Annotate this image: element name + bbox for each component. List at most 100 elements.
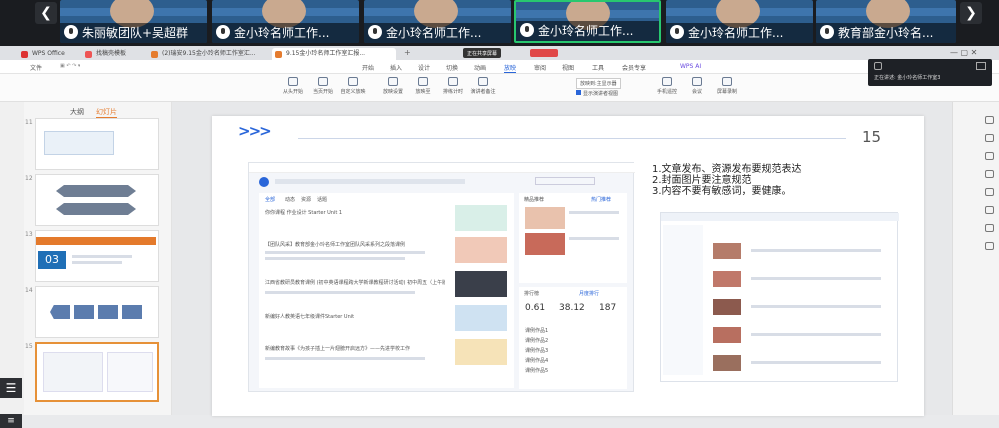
menu-insert[interactable]: 插入	[390, 63, 402, 72]
meeting-control-panel: 正在讲述: 金小玲名师工作室3	[868, 59, 992, 86]
slide-thumbnail[interactable]	[35, 286, 159, 338]
participant-tile[interactable]: 教育部金小玲名...	[816, 0, 956, 43]
play-current-button[interactable]: 当页开始	[310, 77, 336, 95]
slide-thumbnail[interactable]: 03	[35, 230, 159, 282]
article-thumbnail	[455, 339, 507, 365]
tool-icon[interactable]	[985, 224, 994, 232]
tab-doc-1[interactable]: (2)瑞安9.15金小玲名师工作室汇...	[148, 48, 266, 60]
notes-icon	[478, 77, 488, 86]
quick-access-toolbar[interactable]: ▣ ↶ ↷ ▾	[60, 63, 80, 69]
custom-show-icon	[348, 77, 358, 86]
slide-thumbnail[interactable]	[35, 118, 159, 170]
participant-tile[interactable]: 金小玲名师工作...	[212, 0, 359, 43]
slide-number: 12	[25, 175, 33, 182]
article-thumbnail	[455, 305, 507, 331]
menu-bar: 文件 ▣ ↶ ↷ ▾ 开始 插入 设计 切换 动画 放映 审阅 视图 工具 会员…	[0, 60, 999, 74]
tab-doc-current[interactable]: 9.15金小玲名师工作室汇报...	[272, 48, 396, 60]
site-search-icon	[535, 177, 595, 185]
menu-slideshow[interactable]: 放映	[504, 63, 517, 73]
participant-name: 朱丽敏团队+吴超群	[82, 26, 189, 40]
left-strip: ☰ ≡	[0, 102, 24, 428]
panel-menu-icon[interactable]	[976, 62, 986, 70]
cast-to-button[interactable]: 放映至	[410, 77, 436, 95]
presenter-view-checkbox[interactable]: 显示演讲者视图	[576, 90, 618, 97]
document-tab-bar: WPS Office 找稿壳模板 (2)瑞安9.15金小玲名师工作室汇... 9…	[0, 46, 999, 60]
article-title: 新编教育故事《为孩子插上一片翅膀开启远方》——先进学校工作	[265, 346, 411, 352]
stop-share-button[interactable]	[530, 49, 558, 57]
menu-design[interactable]: 设计	[418, 63, 430, 72]
participant-tile[interactable]: 金小玲名师工作...	[364, 0, 511, 43]
tab-wps-home[interactable]: WPS Office	[18, 48, 78, 60]
slide-number: 14	[25, 287, 33, 294]
slide-thumbnail-selected[interactable]	[35, 342, 159, 402]
article-title: 你你课程 作业设计 Starter Unit 1	[265, 210, 343, 216]
custom-show-button[interactable]: 自定义放映	[340, 77, 366, 95]
note-line: 1.文章发布、资源发布要规范表达	[652, 164, 802, 175]
menu-review[interactable]: 审阅	[534, 63, 546, 72]
show-settings-button[interactable]: 放映设置	[380, 77, 406, 95]
website-screenshot: 全部 动态 资源 话题 你你课程 作业设计 Starter Unit 1 【团队…	[248, 162, 635, 392]
menu-member[interactable]: 会员专享	[622, 63, 646, 72]
participant-name: 金小玲名师工作...	[688, 26, 784, 40]
cast-icon	[418, 77, 428, 86]
menu-wps-ai[interactable]: WPS AI	[680, 63, 701, 70]
list-icon[interactable]: ☰	[0, 378, 22, 398]
tool-icon[interactable]	[985, 188, 994, 196]
slide-number: 13	[25, 231, 33, 238]
menu-file[interactable]: 文件	[30, 63, 42, 72]
record-icon	[722, 77, 732, 86]
participant-name: 金小玲名师工作...	[386, 26, 482, 40]
article-title: 新编好人教英语七年级课件Starter Unit	[265, 314, 355, 320]
article-title: 【团队风采】教育部金小玲名师工作室团队风采系列之段落课例	[265, 242, 406, 248]
meeting-button[interactable]: 会议	[684, 77, 710, 95]
speaking-status: 正在讲述: 金小玲名师工作室3	[874, 75, 941, 81]
tool-icon[interactable]	[985, 206, 994, 214]
play-from-start-button[interactable]: 从头开始	[280, 77, 306, 95]
ppt-file-icon	[151, 51, 158, 58]
prev-participants-button[interactable]: ❮	[35, 2, 57, 24]
tab-slides[interactable]: 幻灯片	[96, 107, 117, 118]
menu-view[interactable]: 视图	[562, 63, 574, 72]
next-participants-button[interactable]: ❯	[960, 2, 982, 24]
rehearse-timing-button[interactable]: 排练计时	[440, 77, 466, 95]
slide-notes: 1.文章发布、资源发布要规范表达 2.封面图片要注意规范 3.内容不要有敏感词，…	[652, 164, 802, 197]
participant-tile[interactable]: 金小玲名师工作...	[666, 0, 813, 43]
menu-transition[interactable]: 切换	[446, 63, 458, 72]
phone-remote-button[interactable]: 手机遥控	[654, 77, 680, 95]
tool-icon[interactable]	[985, 116, 994, 124]
arrow-decoration: >>>	[238, 122, 272, 140]
menu-home[interactable]: 开始	[362, 63, 374, 72]
screen-record-button[interactable]: 屏幕录制	[714, 77, 740, 95]
article-title: 江西省教研员教育课例 (初中英语课程跨大学新课教程研讨活动) 初中周五（上午版）	[265, 280, 445, 286]
slide-number: 15	[25, 343, 33, 350]
display-select[interactable]: 放映到:主显示器	[576, 78, 621, 89]
new-tab-button[interactable]: +	[404, 48, 411, 57]
note-line: 2.封面图片要注意规范	[652, 175, 752, 186]
current-slide[interactable]: >>> 15 全部 动态 资源 话题 你你课程 作业设计 Starter Uni…	[212, 116, 924, 416]
slide-thumbnail-panel: 大纲 幻灯片 11 12 03 13 14 15	[24, 102, 172, 415]
list-small-icon[interactable]: ≡	[0, 414, 22, 428]
play-icon	[288, 77, 298, 86]
menu-animation[interactable]: 动画	[474, 63, 486, 72]
tool-icon[interactable]	[985, 170, 994, 178]
ppt-file-icon	[275, 51, 282, 58]
slide-editing-area: >>> 15 全部 动态 资源 话题 你你课程 作业设计 Starter Uni…	[172, 102, 952, 416]
window-controls[interactable]: — ▢ ✕	[950, 48, 977, 57]
tool-icon[interactable]	[985, 242, 994, 250]
play-icon	[318, 77, 328, 86]
microphone-icon	[520, 23, 534, 37]
participant-name: 金小玲名师工作...	[234, 26, 330, 40]
site-logo-icon	[259, 177, 269, 187]
slide-thumbnail[interactable]	[35, 174, 159, 226]
tool-icon[interactable]	[985, 152, 994, 160]
menu-tools[interactable]: 工具	[592, 63, 604, 72]
note-line: 3.内容不要有敏感词，要健康。	[652, 186, 792, 197]
participant-tile-active[interactable]: 金小玲名师工作...	[514, 0, 661, 43]
tool-icon[interactable]	[985, 134, 994, 142]
participant-tile[interactable]: 朱丽敏团队+吴超群	[60, 0, 207, 43]
panel-mic-icon[interactable]	[874, 62, 882, 70]
admin-table-screenshot	[660, 212, 899, 382]
tab-templates[interactable]: 找稿壳模板	[82, 48, 142, 60]
speaker-notes-button[interactable]: 演讲者备注	[470, 77, 496, 95]
tab-outline[interactable]: 大纲	[70, 107, 84, 117]
